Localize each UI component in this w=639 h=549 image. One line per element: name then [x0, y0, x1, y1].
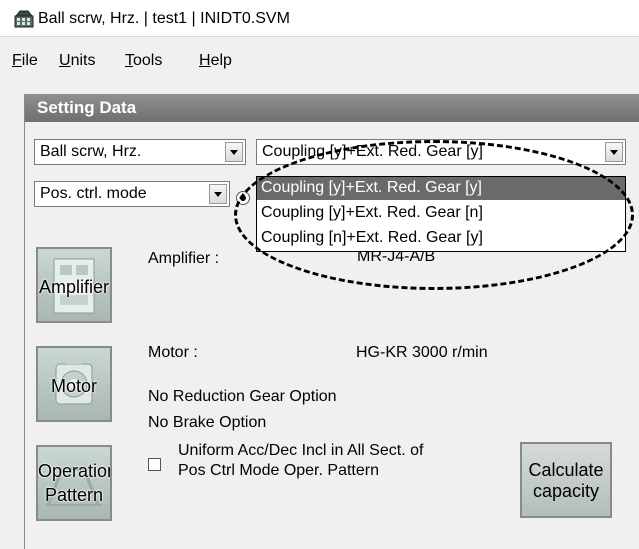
menu-units-accel: U — [59, 52, 71, 69]
amplifier-button-label: Amplifier — [38, 277, 109, 297]
menu-file-accel: F — [12, 52, 22, 69]
chevron-down-icon[interactable] — [209, 184, 227, 204]
reduction-gear-text: No Reduction Gear Option — [148, 388, 337, 405]
menu-bar: File Units Tools Help — [0, 49, 639, 79]
amplifier-label: Amplifier : — [148, 250, 220, 267]
menu-help-accel: H — [199, 52, 211, 69]
operation-button-label-2: Pattern — [44, 485, 104, 505]
checkbox-label-line-2: Pos Ctrl Mode Oper. Pattern — [178, 462, 379, 479]
checkbox-label-line-1: Uniform Acc/Dec Incl in All Sect. of — [178, 442, 424, 459]
menu-tools-accel: T — [125, 52, 133, 69]
motor-value: HG-KR 3000 r/min — [356, 344, 488, 361]
panel-header: Setting Data — [25, 95, 639, 122]
app-grid-icon — [14, 10, 34, 28]
motor-button[interactable]: Motor — [36, 346, 112, 422]
menu-units-rest: nits — [70, 52, 96, 69]
motor-button-label: Motor — [50, 376, 97, 396]
gear-option-label: Coupling [n]+Ext. Red. Gear [y] — [261, 229, 483, 246]
uniform-accdec-checkbox[interactable] — [148, 458, 161, 471]
gear-option[interactable]: Coupling [n]+Ext. Red. Gear [y] — [257, 227, 625, 250]
gear-select-dropdown: Coupling [y]+Ext. Red. Gear [y] Coupling… — [256, 176, 626, 252]
gear-option-label: Coupling [y]+Ext. Red. Gear [n] — [261, 204, 483, 221]
amplifier-button[interactable]: Amplifier — [36, 247, 112, 323]
menu-file-rest: ile — [21, 52, 38, 69]
menu-help[interactable]: Help — [199, 52, 232, 70]
option-radio[interactable] — [236, 191, 250, 205]
control-mode-select-value: Pos. ctrl. mode — [40, 185, 147, 202]
brake-text: No Brake Option — [148, 414, 267, 431]
gear-option[interactable]: Coupling [y]+Ext. Red. Gear [y] — [257, 177, 625, 200]
title-bar: Ball scrw, Hrz. | test1 | INIDT0.SVM — [0, 0, 639, 37]
mechanism-select[interactable]: Ball scrw, Hrz. — [34, 139, 246, 165]
menu-tools[interactable]: Tools — [125, 52, 162, 70]
operation-pattern-button[interactable]: Operation Pattern — [36, 445, 112, 521]
menu-tools-rest: ools — [133, 52, 163, 69]
control-mode-select[interactable]: Pos. ctrl. mode — [34, 181, 230, 207]
calculate-label-2: capacity — [532, 481, 600, 501]
menu-help-rest: elp — [210, 52, 232, 69]
menu-file[interactable]: File — [12, 52, 38, 70]
window-title: Ball scrw, Hrz. | test1 | INIDT0.SVM — [38, 10, 290, 27]
calculate-capacity-button[interactable]: Calculate capacity — [520, 442, 612, 518]
gear-select-value: Coupling [y]+Ext. Red. Gear [y] — [262, 143, 483, 160]
gear-option-label: Coupling [y]+Ext. Red. Gear [y] — [261, 179, 482, 196]
gear-option[interactable]: Coupling [y]+Ext. Red. Gear [n] — [257, 202, 625, 225]
panel-title: Setting Data — [37, 98, 137, 117]
motor-label: Motor : — [148, 344, 198, 361]
gear-select[interactable]: Coupling [y]+Ext. Red. Gear [y] — [256, 139, 626, 165]
menu-units[interactable]: Units — [59, 52, 95, 70]
operation-button-label-1: Operation — [38, 461, 112, 481]
application-window: Ball scrw, Hrz. | test1 | INIDT0.SVM Fil… — [0, 0, 639, 549]
chevron-down-icon[interactable] — [225, 142, 243, 162]
mechanism-select-value: Ball scrw, Hrz. — [40, 143, 142, 160]
chevron-down-icon[interactable] — [605, 142, 623, 162]
calculate-label-1: Calculate — [528, 460, 604, 480]
